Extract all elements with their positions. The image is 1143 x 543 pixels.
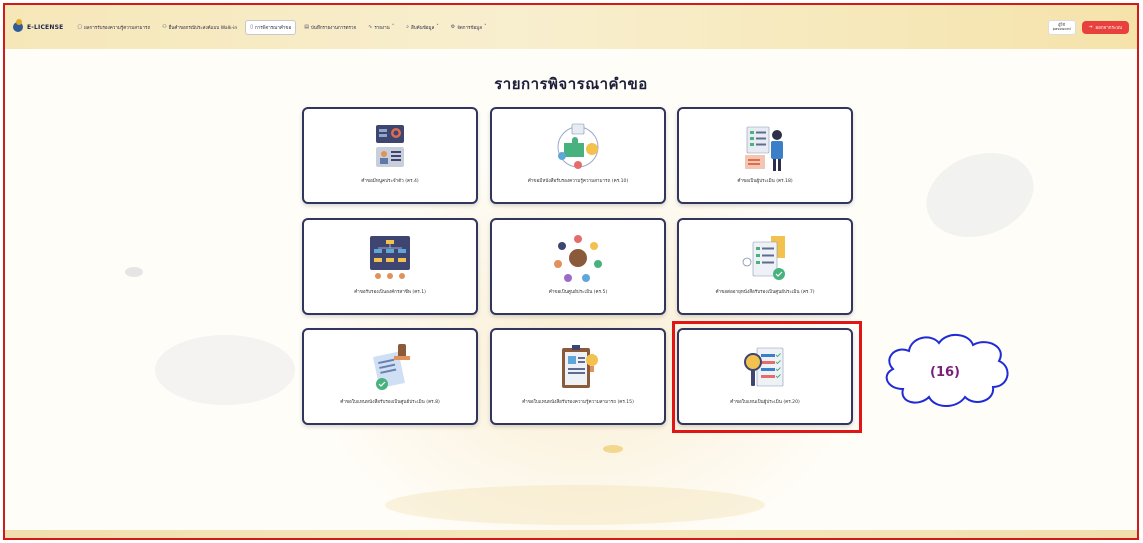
chart-icon: ∿: [368, 24, 373, 30]
main-nav: ▢ ผลการรับรองความรู้ความสามารถ ⚇ ยื่นคำข…: [73, 19, 491, 35]
highlight-box: [672, 321, 862, 433]
bg-decoration: [385, 485, 765, 525]
id-card-icon: [376, 125, 404, 167]
card-label: คำขอมีหนังสือรับรองความรู้ความสามารถ (คร…: [527, 179, 629, 184]
card-label: คำขอต่ออายุหนังสือรับรองเป็นศูนย์ประเมิน…: [715, 290, 815, 295]
request-card-kr5[interactable]: คำขอเป็นศูนย์ประเมิน (คร.5): [490, 218, 666, 315]
gear-icon: ⚙: [450, 24, 456, 30]
card-label: คำขอเป็นศูนย์ประเมิน (คร.5): [548, 290, 608, 295]
screenshot-frame: E-LICENSE ▢ ผลการรับรองความรู้ความสามารถ…: [3, 3, 1139, 540]
org-chart-icon: [370, 236, 410, 279]
team-icon: [554, 235, 602, 282]
request-card-kr10[interactable]: คำขอมีหนังสือรับรองความรู้ความสามารถ (คร…: [490, 107, 666, 204]
nav-label: สืบค้นข้อมูล: [411, 25, 435, 31]
search-icon: ⌕: [406, 24, 410, 30]
nav-label: การพิจารณาคำขอ: [254, 25, 292, 31]
card-label: คำขอเป็นผู้ประเมิน (คร.18): [737, 179, 793, 184]
report-icon: [562, 345, 598, 388]
chevron-down-icon: ˅: [391, 24, 395, 30]
clipboard-icon: ▯: [250, 24, 253, 30]
nav-item-data-management[interactable]: ⚙ จัดการข้อมูล ˅: [447, 21, 491, 34]
card-label: คำขอมีหนูคประจำตัว (คร.4): [361, 179, 419, 184]
nav-item-walk-in[interactable]: ⚇ ยื่นคำขอกรณีประสงค์แบบ Walk-in: [158, 21, 241, 34]
logout-button[interactable]: ⇥ ออกจากระบบ: [1081, 20, 1129, 34]
request-card-kr4[interactable]: คำขอมีหนูคประจำตัว (คร.4): [302, 107, 478, 204]
logout-label: ออกจากระบบ: [1095, 25, 1122, 31]
nav-label: ผลการรับรองความรู้ความสามารถ: [84, 25, 151, 31]
stamp-icon: [373, 344, 410, 390]
document-icon: ▢: [77, 24, 83, 30]
request-card-kr8[interactable]: คำขอใบแทนหนังสือรับรองเป็นศูนย์ประเมิน (…: [302, 328, 478, 425]
nav-label: จัดการข้อมูล: [457, 25, 482, 31]
brand-logo-icon: [13, 19, 23, 32]
nav-item-request-review[interactable]: ▯ การพิจารณาคำขอ: [245, 19, 297, 35]
request-card-kr7[interactable]: คำขอต่ออายุหนังสือรับรองเป็นศูนย์ประเมิน…: [677, 218, 853, 315]
file-icon: ▤: [304, 24, 309, 30]
brand[interactable]: E-LICENSE: [13, 19, 64, 32]
card-label: คำขอใบแทนหนังสือรับรองความรู้ความสามารถ …: [522, 400, 634, 405]
users-icon: ⚇: [162, 24, 167, 30]
bg-decoration: [125, 267, 143, 277]
bg-decoration: [914, 138, 1046, 252]
logout-icon: ⇥: [1088, 24, 1093, 30]
callout-number: (16): [930, 365, 960, 380]
nav-label: ยื่นคำขอกรณีประสงค์แบบ Walk-in: [168, 25, 238, 31]
chevron-down-icon: ˅: [483, 24, 487, 30]
brand-name: E-LICENSE: [27, 23, 64, 31]
card-label: คำขอรับรองเป็นองค์กรสาชีพ (คร.1): [354, 290, 426, 295]
presenter-icon: [745, 126, 783, 171]
bg-decoration: [155, 335, 295, 405]
user-role: password: [1052, 26, 1071, 31]
request-card-kr18[interactable]: คำขอเป็นผู้ประเมิน (คร.18): [677, 107, 853, 204]
nav-label: รายงาน: [374, 25, 390, 31]
nav-item-certification-results[interactable]: ▢ ผลการรับรองความรู้ความสามารถ: [73, 21, 154, 34]
user-info[interactable]: ผู้ใช้ password: [1047, 19, 1076, 35]
request-card-kr1[interactable]: คำขอรับรองเป็นองค์กรสาชีพ (คร.1): [302, 218, 478, 315]
chevron-down-icon: ˅: [436, 24, 439, 30]
top-navbar: E-LICENSE ▢ ผลการรับรองความรู้ความสามารถ…: [5, 5, 1137, 49]
page-title: รายการพิจารณาคำขอ: [494, 75, 648, 93]
card-label: คำขอใบแทนหนังสือรับรองเป็นศูนย์ประเมิน (…: [340, 400, 440, 405]
footer-band: [5, 530, 1137, 538]
puzzle-icon: [557, 123, 599, 169]
nav-label: บันทึกรายงานการตรวจ: [310, 25, 357, 31]
nav-item-inspection-report[interactable]: ▤ บันทึกรายงานการตรวจ: [300, 21, 360, 34]
nav-item-search[interactable]: ⌕ สืบค้นข้อมูล ˅: [402, 21, 443, 34]
request-card-kr15[interactable]: คำขอใบแทนหนังสือรับรองความรู้ความสามารถ …: [490, 328, 666, 425]
nav-item-reports[interactable]: ∿ รายงาน ˅: [364, 21, 398, 34]
bg-decoration: [603, 445, 623, 453]
checklist-icon: [742, 236, 785, 280]
